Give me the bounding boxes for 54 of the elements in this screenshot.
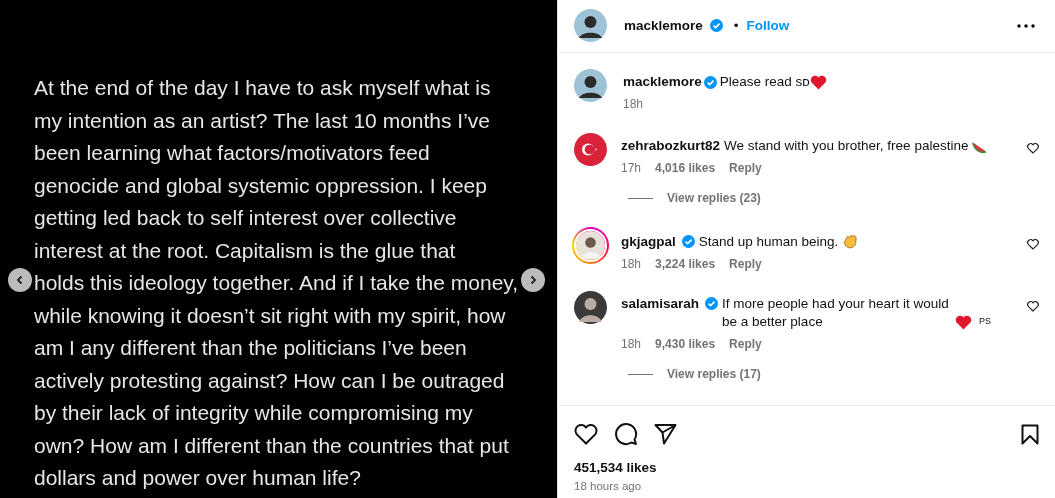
chevron-left-icon [15, 275, 25, 285]
avatar-icon[interactable] [574, 291, 607, 324]
post-text-line: holds this ideology together. And if I take the money, [34, 271, 519, 294]
reply-link[interactable]: Reply [729, 337, 762, 351]
like-count[interactable]: 9,430 likes [655, 337, 716, 351]
avatar-icon[interactable] [574, 9, 607, 43]
avatar-icon[interactable] [574, 68, 607, 102]
post-text-line: own? How am I different than the countries that put [34, 433, 509, 457]
post-text-line: while knowing it doesn’t sit right with my spirit, how [34, 303, 506, 327]
post-text-line: At the end of the day I have to ask myself what is [34, 76, 491, 99]
post-text-line: actively protesting against? How can I be outraged [34, 368, 505, 392]
like-count[interactable]: 451,534 likes [574, 460, 1039, 475]
caption-text: Please read sᴅ [719, 74, 810, 89]
chevron-right-icon [528, 275, 538, 285]
follow-link[interactable]: Follow [746, 18, 790, 34]
comment-text: If more people had your heart it would be a better place [722, 295, 950, 331]
more-icon[interactable] [1017, 23, 1035, 28]
share-icon[interactable] [654, 423, 677, 445]
post-text-line: been learning what factors/motivators feed [34, 141, 430, 164]
comment-text: Stand up human being. [698, 233, 839, 251]
comment-icon[interactable] [614, 422, 638, 446]
post-text-line: getting led back to self interest over collective [34, 206, 457, 229]
post-text-line: am I any different than the politicians I’ve been [34, 336, 467, 359]
view-replies-link[interactable]: View replies (23) [667, 191, 761, 205]
like-icon[interactable] [574, 423, 598, 445]
username[interactable]: macklemore [623, 74, 702, 89]
username[interactable]: zehrabozkurt82 [621, 137, 721, 155]
post-text-line: dollars and power over human life? [34, 466, 361, 489]
like-count[interactable]: 4,016 likes [655, 161, 716, 175]
next-button[interactable] [521, 268, 545, 292]
post-text-line: genocide and global systemic oppression. I keep [34, 173, 487, 197]
comment-time: 18h [621, 337, 642, 351]
post-text-line: by their lack of integrity while compromising my [34, 401, 473, 424]
comment-time: 17h [621, 161, 642, 175]
like-icon[interactable] [1027, 239, 1039, 250]
like-icon[interactable] [1027, 143, 1039, 154]
bookmark-icon[interactable] [1021, 423, 1039, 445]
username[interactable]: macklemore [624, 18, 703, 34]
comment-time: 18h [621, 257, 642, 271]
comment-text: We stand with you brother, free palestine [724, 137, 969, 155]
separator: • [733, 18, 739, 34]
post-text-line: interest at the root. Capitalism is the glue that [34, 238, 456, 262]
comment-time: 18h [623, 97, 644, 111]
post-time: 18 hours ago [574, 480, 643, 492]
comment-suffix: PS [979, 315, 991, 328]
post-text-line: my intention as an artist? The last 10 months I’ve [34, 108, 490, 132]
username[interactable]: salamisarah [621, 295, 700, 313]
previous-button[interactable] [8, 268, 32, 292]
view-replies-link[interactable]: View replies (17) [667, 367, 761, 381]
reply-link[interactable]: Reply [729, 257, 762, 271]
like-count[interactable]: 3,224 likes [655, 257, 716, 271]
username[interactable]: gkjagpal [621, 233, 676, 251]
reply-link[interactable]: Reply [729, 161, 762, 175]
like-icon[interactable] [1027, 301, 1039, 312]
